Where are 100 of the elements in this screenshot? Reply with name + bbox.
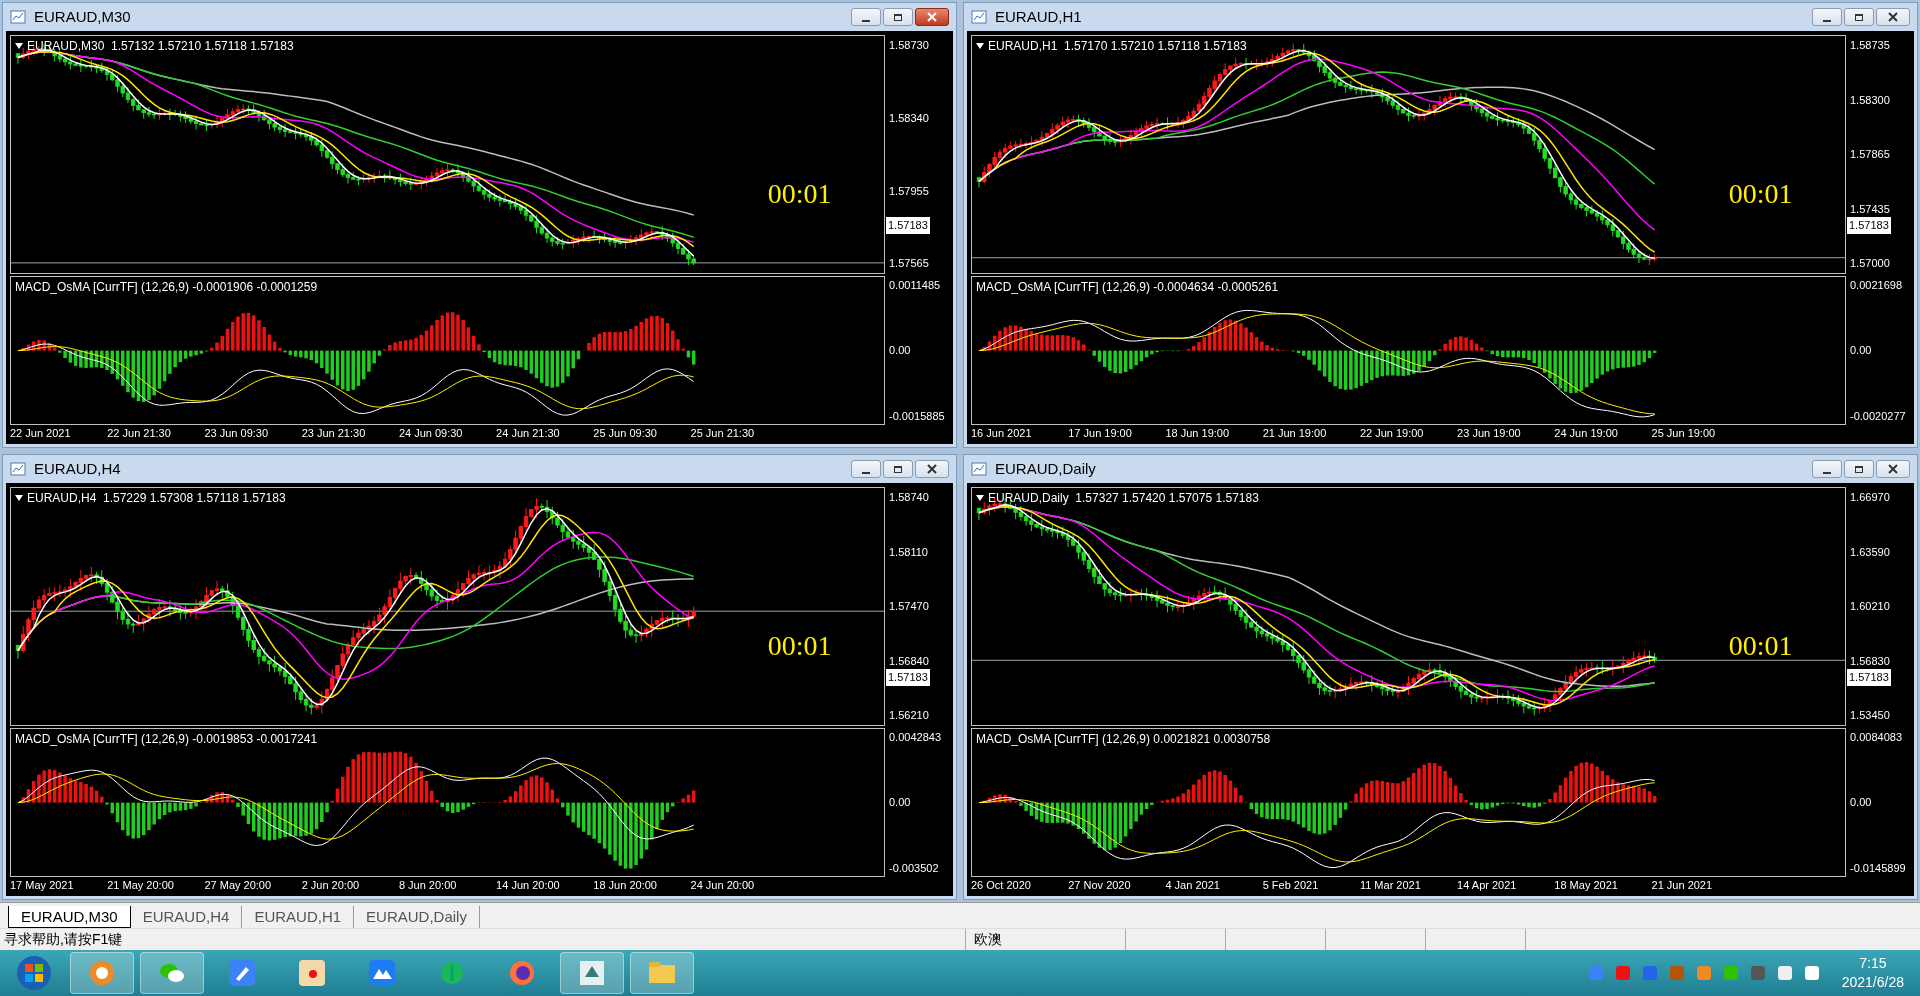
close-icon (1888, 464, 1898, 474)
price-tick-label: 1.56840 (889, 653, 930, 669)
time-axis-label: 18 Jun 19:00 (1165, 426, 1231, 441)
time-axis-label: 23 Jun 21:30 (301, 426, 367, 441)
time-axis-label: 26 Oct 2020 (971, 878, 1032, 893)
close-icon (927, 12, 937, 22)
clock-date: 2021/6/28 (1841, 973, 1904, 992)
chart-window-icon (971, 9, 987, 25)
dropdown-triangle-icon[interactable] (15, 43, 23, 49)
current-price-label: 1.57183 (885, 216, 931, 235)
price-tick-label: 1.63590 (1850, 544, 1891, 560)
close-icon (927, 464, 937, 474)
time-axis-label: 14 Apr 2021 (1457, 878, 1518, 893)
time-axis-label: 24 Jun 09:30 (398, 426, 464, 441)
time-axis-label: 18 Jun 20:00 (593, 878, 658, 893)
window-title: EURAUD,M30 (34, 6, 131, 27)
price-tick-label: 1.58730 (889, 38, 930, 53)
time-axis-label: 25 Jun 21:30 (690, 426, 756, 441)
minimize-button[interactable] (1812, 8, 1842, 26)
time-axis-label: 22 Jun 21:30 (107, 426, 172, 441)
indicator-tick-label: 0.0011485 (889, 277, 942, 292)
price-tick-label: 1.57470 (889, 599, 930, 615)
price-tick-label: 1.57955 (889, 183, 930, 199)
price-tick-label: 1.60210 (1850, 599, 1891, 615)
indicator-tick-label: 0.00 (1850, 343, 1873, 358)
status-help-text: 寻求帮助,请按F1键 (3, 930, 124, 949)
time-axis-label: 17 Jun 19:00 (1068, 426, 1133, 441)
maximize-button[interactable] (1844, 8, 1874, 26)
time-axis-label: 25 Jun 19:00 (1651, 426, 1717, 441)
maximize-button[interactable] (883, 8, 913, 26)
time-axis-label: 8 Jun 20:00 (398, 878, 458, 893)
price-tick-label: 1.58740 (889, 490, 930, 505)
indicator-header: MACD_OsMA [CurrTF] (12,26,9) -0.0004634 -0.0005261 (976, 278, 1279, 296)
current-price-label: 1.57183 (885, 668, 931, 687)
window-title: EURAUD,Daily (995, 458, 1096, 479)
minimize-button[interactable] (851, 8, 881, 26)
chart-window-icon (10, 9, 26, 25)
windows-logo-icon (16, 955, 52, 991)
minimize-button[interactable] (1812, 460, 1842, 478)
time-axis-label: 25 Jun 09:30 (593, 426, 658, 441)
time-axis-label: 27 May 20:00 (204, 878, 273, 893)
time-axis-label: 2 Jun 20:00 (301, 878, 361, 893)
price-tick-label: 1.57565 (889, 256, 930, 272)
countdown-timer: 00:01 (1728, 629, 1793, 664)
window-title: EURAUD,H4 (34, 458, 121, 479)
mountain-icon (366, 957, 398, 989)
price-tick-label: 1.57435 (1850, 201, 1891, 217)
window-title: EURAUD,H1 (995, 6, 1082, 27)
countdown-timer: 00:01 (1728, 177, 1793, 212)
time-axis-label: 24 Jun 19:00 (1554, 426, 1619, 441)
indicator-tick-label: 0.00 (1850, 795, 1873, 810)
indicator-tick-label: -0.0145899 (1850, 861, 1907, 875)
dropdown-triangle-icon[interactable] (976, 495, 984, 501)
maximize-button[interactable] (883, 460, 913, 478)
time-axis-label: 22 Jun 19:00 (1359, 426, 1425, 441)
price-tick-label: 1.66970 (1850, 490, 1891, 505)
time-axis-label: 24 Jun 21:30 (496, 426, 561, 441)
dropdown-triangle-icon[interactable] (15, 495, 23, 501)
taskbar-item[interactable] (560, 952, 624, 994)
countdown-timer: 00:01 (767, 177, 832, 212)
indicator-tick-label: 0.00 (889, 343, 912, 358)
close-button[interactable] (915, 460, 949, 478)
chart-symbol-quotes: EURAUD,M30 1.57132 1.57210 1.57118 1.57183 (27, 38, 294, 55)
close-button[interactable] (1876, 8, 1910, 26)
clock-time: 7:15 (1859, 954, 1887, 973)
close-button[interactable] (1876, 460, 1910, 478)
dropdown-triangle-icon[interactable] (976, 43, 984, 49)
pencil-icon (226, 957, 258, 989)
indicator-tick-label: -0.0020277 (1850, 409, 1907, 423)
time-axis-label: 17 May 2021 (10, 878, 75, 893)
price-tick-label: 1.58110 (889, 544, 929, 560)
chart-tab[interactable]: EURAUD,M30 (8, 906, 131, 928)
close-button[interactable] (915, 8, 949, 26)
time-axis-label: 23 Jun 19:00 (1457, 426, 1522, 441)
indicator-tick-label: 0.0042843 (889, 729, 942, 744)
close-icon (1888, 12, 1898, 22)
time-axis-label: 14 Jun 20:00 (496, 878, 561, 893)
indicator-header: MACD_OsMA [CurrTF] (12,26,9) 0.0021821 0.0030758 (976, 730, 1271, 748)
time-axis-label: 21 Jun 19:00 (1262, 426, 1328, 441)
price-tick-label: 1.56210 (889, 708, 930, 724)
price-tick-label: 1.58340 (889, 110, 930, 126)
taskbar-item[interactable] (140, 952, 204, 994)
indicator-tick-label: 0.0021698 (1850, 277, 1903, 292)
indicator-tick-label: 0.0084083 (1850, 729, 1903, 744)
time-axis-label: 27 Nov 2020 (1068, 878, 1132, 893)
minimize-button[interactable] (851, 460, 881, 478)
indicator-header: MACD_OsMA [CurrTF] (12,26,9) -0.0019853 -0.0017241 (15, 730, 318, 748)
countdown-timer: 00:01 (767, 629, 832, 664)
indicator-tick-label: 0.00 (889, 795, 912, 810)
time-axis-label: 5 Feb 2021 (1262, 878, 1320, 893)
time-axis-label: 18 May 2021 (1554, 878, 1619, 893)
time-axis-label: 11 Mar 2021 (1359, 878, 1422, 893)
price-tick-label: 1.56830 (1850, 653, 1891, 669)
time-axis-label: 24 Jun 20:00 (690, 878, 756, 893)
taskbar-item[interactable] (70, 952, 134, 994)
time-axis-label: 21 Jun 2021 (1651, 878, 1714, 893)
chart-symbol-quotes: EURAUD,H1 1.57170 1.57210 1.57118 1.57183 (988, 38, 1247, 55)
maximize-button[interactable] (1844, 460, 1874, 478)
chart-symbol-quotes: EURAUD,H4 1.57229 1.57308 1.57118 1.57183 (27, 490, 286, 507)
time-axis-label: 22 Jun 2021 (10, 426, 72, 441)
